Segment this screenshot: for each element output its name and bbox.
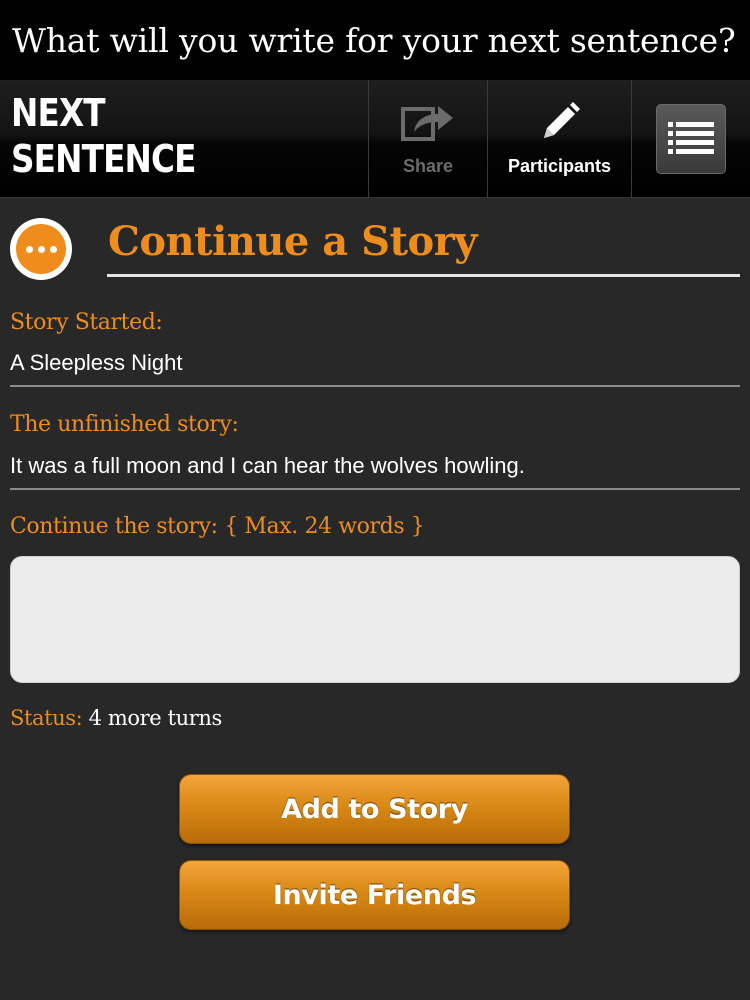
unfinished-story-value: It was a full moon and I can hear the wo… xyxy=(10,453,525,478)
continue-story-label: Continue the story: { Max. 24 words } xyxy=(10,514,425,539)
continue-story-input[interactable] xyxy=(10,556,740,683)
list-menu-icon xyxy=(656,103,726,174)
invite-friends-button[interactable]: Invite Friends xyxy=(179,860,570,930)
story-started-label: Story Started: xyxy=(10,310,163,335)
participants-label: Participants xyxy=(507,156,612,176)
share-icon xyxy=(400,100,456,149)
status-label: Status: xyxy=(10,706,83,730)
unfinished-story-label: The unfinished story: xyxy=(10,412,239,437)
divider xyxy=(10,488,740,490)
share-label: Share xyxy=(402,156,454,176)
top-banner: What will you write for your next senten… xyxy=(0,0,750,80)
status-value: 4 more turns xyxy=(88,706,223,730)
participants-button[interactable]: Participants xyxy=(487,80,631,197)
app-logo: NEXT SENTENCE xyxy=(11,90,196,182)
story-started-value: A Sleepless Night xyxy=(10,350,183,375)
status-line: Status: 4 more turns xyxy=(10,706,222,730)
divider xyxy=(10,385,740,387)
more-dots-icon xyxy=(10,218,72,280)
add-to-story-button[interactable]: Add to Story xyxy=(179,774,570,844)
page-heading-row: Continue a Story xyxy=(10,214,740,284)
heading-underline xyxy=(107,274,740,277)
pencil-icon xyxy=(538,100,582,149)
banner-title: What will you write for your next senten… xyxy=(12,20,736,60)
logo-line-1: NEXT xyxy=(11,91,106,135)
menu-button[interactable] xyxy=(631,80,750,197)
logo-line-2: SENTENCE xyxy=(11,137,196,181)
page-title: Continue a Story xyxy=(108,218,478,265)
app-toolbar: NEXT SENTENCE Share Participants xyxy=(0,80,750,198)
share-button[interactable]: Share xyxy=(368,80,487,197)
